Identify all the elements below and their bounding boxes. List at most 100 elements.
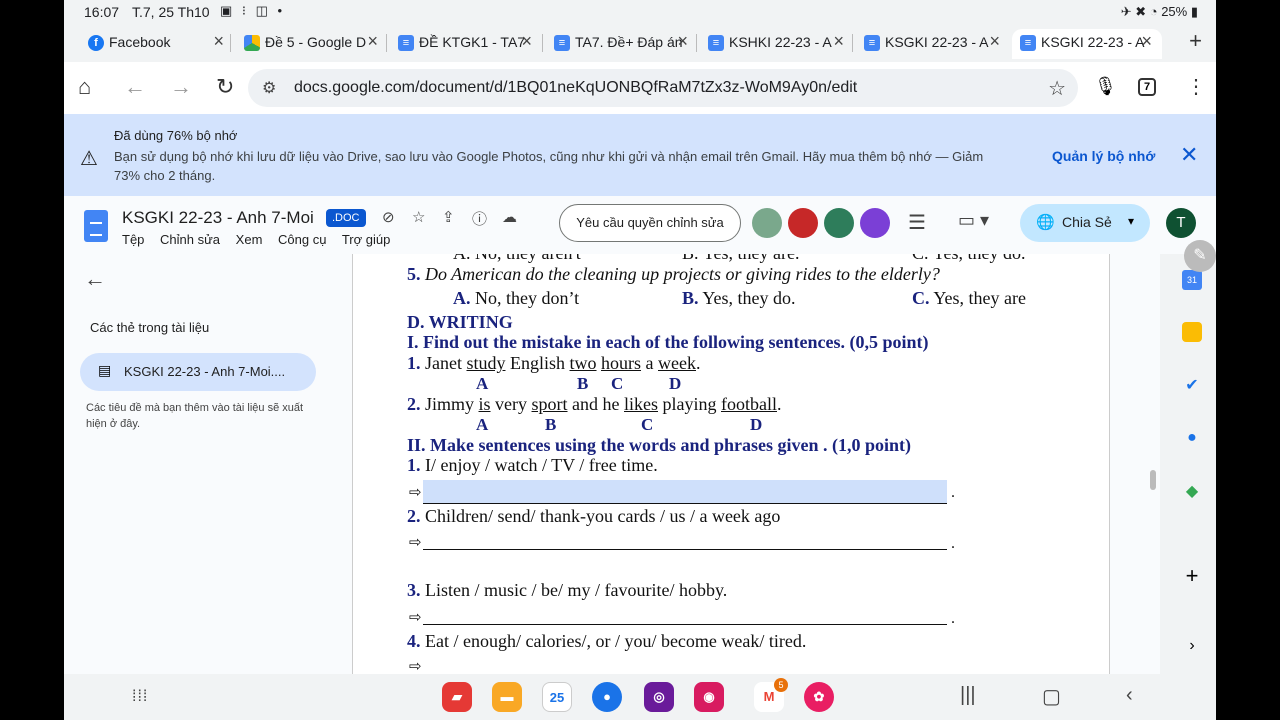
tab-count[interactable]: 7 [1138, 78, 1156, 96]
document-title[interactable]: KSGKI 22-23 - Anh 7-Moi [122, 208, 314, 228]
close-icon[interactable]: × [989, 31, 1000, 52]
blank-end: . [951, 484, 955, 501]
status-bar: 16:07 T.7, 25 Th10 ▣ ⁝ ◫ • ✈ ✖ ◔ 25% ▮ [64, 0, 1216, 24]
more-menu-icon[interactable]: ⋮ [1186, 74, 1206, 99]
manage-storage-link[interactable]: Quản lý bộ nhớ [1052, 148, 1155, 164]
close-icon[interactable]: × [367, 31, 378, 52]
move-icon[interactable]: ⇪ [442, 208, 455, 226]
outline-tab-item[interactable]: ▤ KSGKI 22-23 - Anh 7-Moi.... [80, 353, 316, 391]
cut-off-option-c: C. Yes, they do. [912, 254, 1026, 264]
keep-icon[interactable] [1182, 322, 1202, 342]
close-icon[interactable]: × [1141, 31, 1152, 52]
browser-tab-strip: f Facebook × Đề 5 - Google D × ≡ ĐỀ KTGK… [64, 26, 1216, 62]
add-addon-icon[interactable]: + [1182, 565, 1202, 587]
camera-icon[interactable]: ◉ [694, 682, 724, 712]
outline-title: Các thẻ trong tài liệu [90, 320, 210, 335]
menu-help[interactable]: Trợ giúp [342, 232, 391, 247]
section-find-mistake: I. Find out the mistake in each of the f… [407, 332, 929, 352]
request-edit-access-button[interactable]: Yêu cầu quyền chỉnh sửa [559, 204, 741, 242]
tab-label: Facebook [109, 34, 171, 50]
extension-icon[interactable] [788, 208, 818, 238]
calendar-app-icon[interactable]: 25 [542, 682, 572, 712]
status-right: ✈ ✖ ◔ 25% ▮ [1121, 4, 1198, 20]
app-icon[interactable]: ▰ [442, 682, 472, 712]
tasks-icon[interactable]: ✔ [1182, 376, 1202, 396]
back-arrow-icon[interactable]: ← [84, 266, 106, 292]
forward-icon[interactable]: → [170, 74, 192, 100]
close-icon[interactable]: × [213, 31, 224, 52]
section-make-sentences: II. Make sentences using the words and p… [407, 435, 912, 455]
files-icon[interactable]: ▬ [492, 682, 522, 712]
calendar-icon[interactable]: 31 [1182, 270, 1202, 290]
back-icon[interactable]: ← [124, 74, 146, 100]
docs-logo-icon[interactable] [84, 210, 108, 242]
option-a: A. No, they don’t [453, 288, 580, 308]
contacts-icon[interactable]: ● [1182, 428, 1202, 448]
mistake-sentence-2: 2. Jimmy is very sport and he likes play… [407, 394, 782, 414]
new-tab-icon[interactable]: + [1189, 28, 1202, 54]
site-settings-icon[interactable]: ⚙ [262, 78, 276, 98]
answer-blank-1-selected[interactable] [423, 480, 947, 504]
answer-blank-2[interactable] [423, 534, 947, 550]
document-icon: ▤ [98, 362, 112, 378]
chevron-down-icon[interactable]: ▾ [1128, 214, 1134, 228]
tab-doc[interactable]: ≡ KSHKI 22-23 - A × [708, 29, 844, 59]
menu-view[interactable]: Xem [236, 232, 263, 247]
offline-icon[interactable]: ⊘ [382, 208, 395, 226]
tab-doc-active[interactable]: ≡ KSGKI 22-23 - A × [1012, 29, 1162, 59]
storage-banner: ⚠ Đã dùng 76% bộ nhớ Bạn sử dụng bộ nhớ … [64, 114, 1216, 196]
comment-icon[interactable]: ☰ [908, 210, 926, 235]
facebook-icon: f [88, 35, 104, 51]
app-icon[interactable]: ◎ [644, 682, 674, 712]
recents-icon[interactable]: ||| [960, 684, 976, 707]
tab-doc[interactable]: ≡ KSGKI 22-23 - A × [864, 29, 1000, 59]
maps-icon[interactable]: ◆ [1182, 482, 1202, 502]
tab-facebook[interactable]: f Facebook × [88, 29, 224, 59]
cut-off-option-b: B. Yes, they are. [682, 254, 800, 264]
edit-pencil-icon[interactable]: ✎ [1184, 240, 1216, 272]
close-icon[interactable]: ✕ [1180, 142, 1198, 168]
info-icon[interactable]: ⓘ [472, 208, 487, 229]
home-button-icon[interactable]: ▢ [1042, 684, 1061, 709]
avatar[interactable]: T [1166, 208, 1196, 238]
app-drawer-icon[interactable]: ⁞⁞⁞ [132, 688, 148, 706]
tab-doc[interactable]: ≡ TA7. Đề+ Đáp án × [554, 29, 688, 59]
bookmark-star-icon[interactable]: ☆ [1048, 76, 1066, 101]
messages-icon[interactable]: ● [592, 682, 622, 712]
menu-tools[interactable]: Công cụ [278, 232, 326, 247]
extension-icon[interactable] [824, 208, 854, 238]
tab-label: KSGKI 22-23 - A [1041, 34, 1145, 50]
close-icon[interactable]: × [521, 31, 532, 52]
arrow-icon: ⇨ [409, 533, 422, 551]
menu-edit[interactable]: Chỉnh sửa [160, 232, 220, 247]
home-icon[interactable]: ⌂ [78, 74, 91, 100]
cloud-status-icon[interactable]: ☁ [502, 208, 517, 226]
chevron-right-icon[interactable]: › [1182, 636, 1202, 656]
section-writing: D. WRITING [407, 312, 513, 332]
tab-drive[interactable]: Đề 5 - Google D × [244, 29, 378, 59]
reload-icon[interactable]: ↻ [216, 74, 234, 100]
cut-off-option-a: A. No, they aren't [453, 254, 581, 264]
star-icon[interactable]: ☆ [412, 208, 425, 226]
back-nav-icon[interactable]: ‹ [1126, 684, 1133, 707]
label-d: D [750, 415, 763, 434]
share-button[interactable]: 🌐 Chia Sẻ ▾ [1020, 204, 1150, 242]
flower-app-icon[interactable]: ✿ [804, 682, 834, 712]
microphone-icon[interactable]: 🎙 [1094, 76, 1117, 97]
tab-doc[interactable]: ≡ ĐỀ KTGK1 - TA7 × [398, 29, 532, 59]
banner-title: Đã dùng 76% bộ nhớ [114, 128, 238, 143]
extension-icon[interactable] [752, 208, 782, 238]
document-page[interactable]: A. No, they aren't B. Yes, they are. C. … [352, 254, 1110, 674]
close-icon[interactable]: × [677, 31, 688, 52]
extension-icon[interactable] [860, 208, 890, 238]
menu-bar: Tệp Chỉnh sửa Xem Công cụ Trợ giúp [122, 232, 402, 247]
tab-label: KSGKI 22-23 - A [885, 34, 989, 50]
answer-blank-3[interactable] [423, 609, 947, 625]
url-text[interactable]: docs.google.com/document/d/1BQ01neKqUONB… [294, 79, 857, 97]
arrow-icon: ⇨ [409, 657, 422, 674]
menu-file[interactable]: Tệp [122, 232, 144, 247]
omnibox[interactable]: ⚙ docs.google.com/document/d/1BQ01neKqUO… [248, 69, 1078, 107]
scrollbar-thumb[interactable] [1150, 470, 1156, 490]
close-icon[interactable]: × [833, 31, 844, 52]
meet-icon[interactable]: ▭ ▾ [958, 210, 989, 231]
